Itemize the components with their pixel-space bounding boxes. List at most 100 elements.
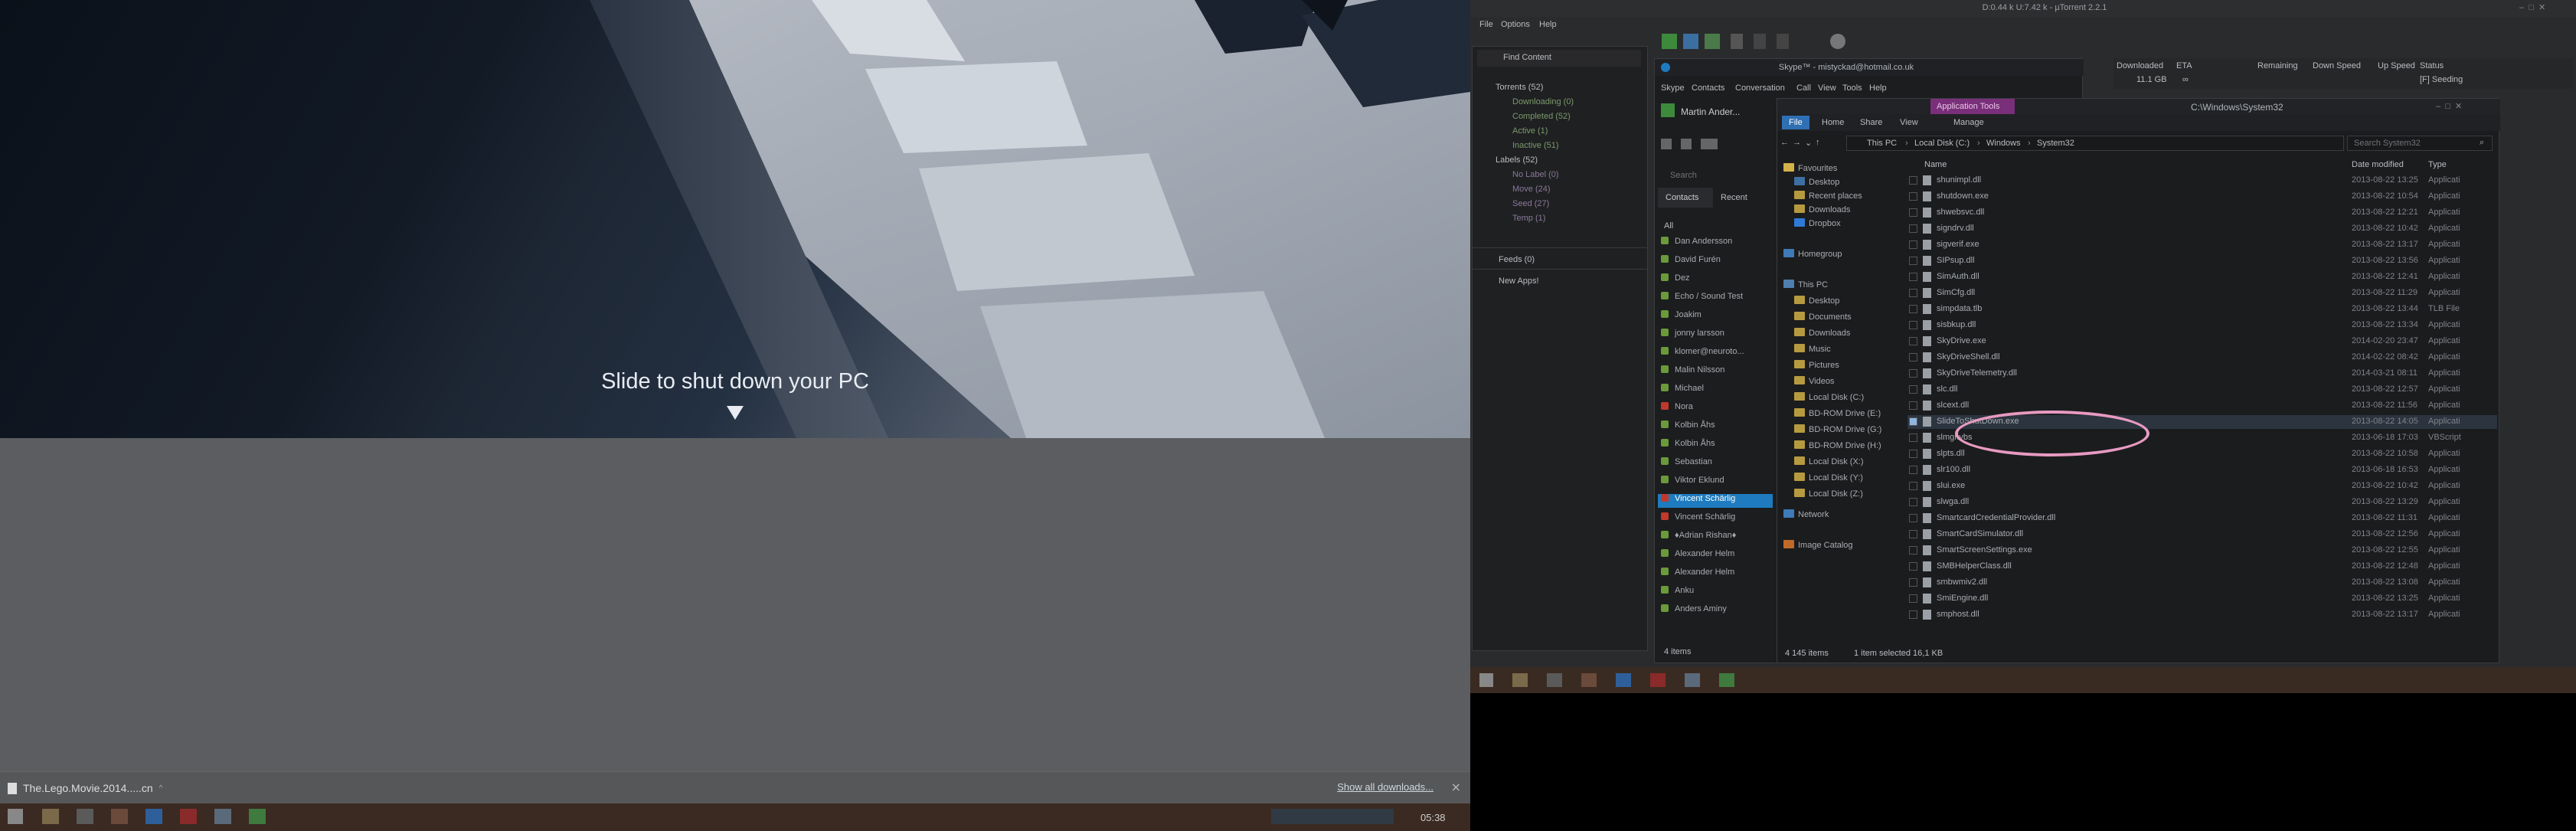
nav-thispc-item[interactable]: Local Disk (Y:) [1794,473,1863,486]
tab-recent[interactable]: Recent [1721,193,1747,202]
file-row[interactable]: slwga.dll 2013-08-22 13:29 Applicati [1907,496,2497,509]
nav-thispc-item[interactable]: Local Disk (C:) [1794,392,1864,406]
contact-item[interactable]: Dan Andersson [1658,237,1773,250]
col-type[interactable]: Type [2428,160,2447,169]
checkbox-icon[interactable] [1909,498,1917,506]
file-row[interactable]: SmartCardSimulator.dll 2013-08-22 12:56 Ap… [1907,528,2497,541]
file-row[interactable]: shwebsvc.dll 2013-08-22 12:21 Applicati [1907,206,2497,220]
checkbox-icon[interactable] [1909,433,1917,442]
application-tools-tab[interactable]: Application Tools [1930,99,2015,114]
sidebar-item-inactive[interactable]: Inactive (51) [1512,141,1559,150]
nav-buttons[interactable]: ← → ⌄ ↑ [1780,137,1842,149]
path-localdisk[interactable]: Local Disk (C:) [1914,139,1970,148]
contact-filter[interactable]: All [1664,221,1673,231]
file-row[interactable]: shutdown.exe 2013-08-22 10:54 Applicati [1907,190,2497,204]
create-torrent-icon[interactable] [1705,34,1720,49]
file-row[interactable]: slc.dll 2013-08-22 12:57 Applicati [1907,383,2497,397]
contact-item[interactable]: Viktor Eklund [1658,476,1773,489]
sidebar-item-seed[interactable]: Seed (27) [1512,199,1549,208]
file-row[interactable]: simpdata.tlb 2013-08-22 13:44 TLB File [1907,303,2497,316]
nav-network[interactable]: Network [1783,509,1829,523]
chrome-icon[interactable] [111,809,128,824]
phone-icon[interactable] [1681,139,1692,149]
sidebar-item-new-apps[interactable]: New Apps! [1499,276,1539,286]
contact-item[interactable]: Anders Aminy [1658,604,1773,618]
app-icon[interactable] [77,809,93,824]
utorrent-icon[interactable] [249,809,266,824]
nav-image-catalog[interactable]: Image Catalog [1783,540,1853,554]
file-row[interactable]: slui.exe 2013-08-22 10:42 Applicati [1907,479,2497,493]
nav-thispc-item[interactable]: BD-ROM Drive (G:) [1794,424,1881,438]
checkbox-icon[interactable] [1909,289,1917,297]
nav-thispc-item[interactable]: BD-ROM Drive (E:) [1794,408,1881,422]
nav-favourites[interactable]: Favourites [1783,163,1837,177]
skype-menu-tools[interactable]: Tools [1842,83,1862,93]
file-row[interactable]: sigverif.exe 2013-08-22 13:17 Applicati [1907,238,2497,252]
contact-item[interactable]: Michael [1658,384,1773,398]
explorer-window-controls[interactable]: – □ ✕ [2436,101,2462,111]
ribbon-manage-tab[interactable]: Manage [1953,118,1984,127]
col-downloaded[interactable]: Downloaded [2117,61,2163,70]
up-arrow-icon[interactable]: ↑ [1816,138,1820,147]
file-row[interactable]: slr100.dll 2013-06-18 16:53 Applicati [1907,463,2497,477]
contact-item[interactable]: Malin Nilsson [1658,365,1773,379]
nav-thispc-item[interactable]: BD-ROM Drive (H:) [1794,440,1881,454]
nav-thispc-item[interactable]: This PC [1783,280,1828,293]
remove-icon[interactable] [1731,34,1743,49]
contact-item[interactable]: Anku [1658,586,1773,600]
path-windows[interactable]: Windows [1986,139,2021,148]
file-row[interactable]: SkyDrive.exe 2014-02-20 23:47 Applicati [1907,335,2497,348]
contact-item[interactable]: Alexander Helm [1658,549,1773,563]
sidebar-item-labels[interactable]: Labels (52) [1496,155,1538,165]
add-url-icon[interactable] [1683,34,1698,49]
sidebar-item-active[interactable]: Active (1) [1512,126,1548,136]
explorer-icon[interactable] [42,809,59,824]
checkbox-icon[interactable] [1909,337,1917,345]
home-icon[interactable] [1661,139,1672,149]
contact-item[interactable]: klomer@neuroto... [1658,347,1773,361]
checkbox-icon[interactable] [1909,240,1917,249]
status-icon[interactable] [1661,103,1675,117]
file-row[interactable]: SkyDriveShell.dll 2014-02-22 08:42 Applica… [1907,351,2497,365]
skype-icon[interactable] [145,809,162,824]
checkbox-icon[interactable] [1909,401,1917,410]
contacts-icon[interactable] [1701,139,1718,149]
file-row[interactable]: SmiEngine.dll 2013-08-22 13:25 Applicati [1907,592,2497,606]
nav-thispc-item[interactable]: Documents [1794,312,1852,326]
contact-item[interactable]: Nora [1658,402,1773,416]
file-row[interactable]: signdrv.dll 2013-08-22 10:42 Applicati [1907,222,2497,236]
skype-menu-contacts[interactable]: Contacts [1692,83,1724,93]
file-row[interactable]: smbwmiv2.dll 2013-08-22 13:08 Applicati [1907,576,2497,590]
contact-item[interactable]: Vincent Schärlig [1658,494,1773,508]
skype-menu-help[interactable]: Help [1869,83,1887,93]
menu-help[interactable]: Help [1539,20,1557,29]
chrome-icon[interactable] [1581,673,1597,687]
checkbox-icon[interactable] [1909,176,1917,185]
pause-icon[interactable] [1777,34,1789,49]
checkbox-icon[interactable] [1909,385,1917,394]
sidebar-item-feeds[interactable]: Feeds (0) [1499,255,1535,264]
checkbox-icon[interactable] [1909,482,1917,490]
start-icon[interactable] [1479,673,1493,687]
download-item[interactable]: The.Lego.Movie.2014.....cn ^ [8,778,162,798]
tab-contacts[interactable]: Contacts [1666,193,1698,202]
checkbox-icon[interactable] [1909,546,1917,555]
checkbox-icon[interactable] [1909,321,1917,329]
address-bar[interactable]: This PC › Local Disk (C:) › Windows › Sy… [1846,136,2344,151]
checkbox-icon[interactable] [1909,450,1917,458]
file-row[interactable]: SIPsup.dll 2013-08-22 13:56 Applicati [1907,254,2497,268]
file-row[interactable]: SimAuth.dll 2013-08-22 12:41 Applicati [1907,270,2497,284]
contact-item[interactable]: David Furén [1658,255,1773,269]
file-row[interactable]: slcext.dll 2013-08-22 11:56 Applicati [1907,399,2497,413]
checkbox-icon[interactable] [1909,192,1917,201]
checkbox-icon[interactable] [1909,369,1917,378]
add-torrent-icon[interactable] [1662,34,1677,49]
file-row[interactable]: SmartScreenSettings.exe 2013-08-22 12:55 A… [1907,544,2497,558]
file-row[interactable]: SimCfg.dll 2013-08-22 11:29 Applicati [1907,286,2497,300]
nav-recent-places[interactable]: Recent places [1794,191,1862,204]
contact-item[interactable]: Dez [1658,273,1773,287]
show-all-downloads-link[interactable]: Show all downloads... [1337,781,1433,793]
path-system32[interactable]: System32 [2037,139,2074,148]
app-icon[interactable] [180,809,197,824]
checkbox-icon[interactable] [1909,353,1917,362]
